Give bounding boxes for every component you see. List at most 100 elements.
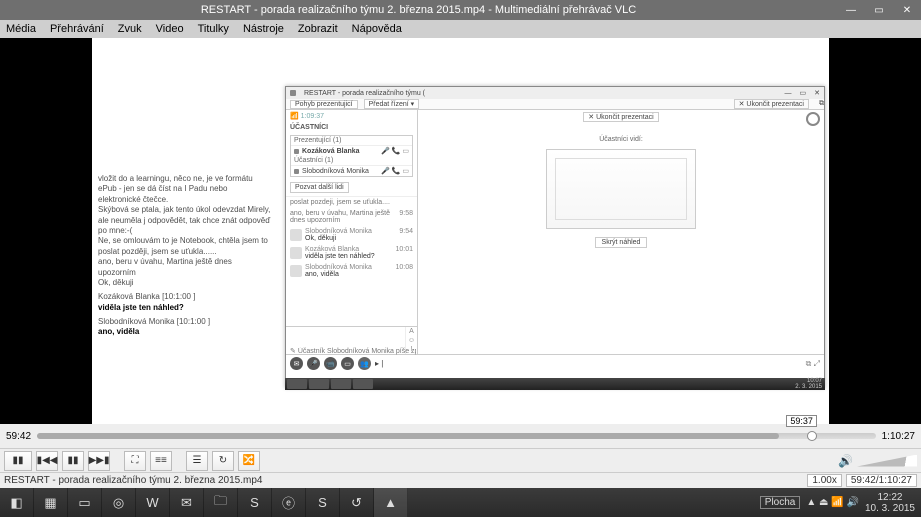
video-canvas[interactable]: vložit do a learningu, něco ne, je ve fo… [0,38,921,424]
menu-audio[interactable]: Zvuk [116,23,144,35]
seek-thumb[interactable] [807,431,817,441]
inner-tb-item[interactable] [331,379,351,389]
popout-icon[interactable]: ⧉ [819,100,824,108]
chat-overlay: vložit do a learningu, něco ne, je ve fo… [92,168,277,344]
emoji-icon[interactable]: ☺ [408,337,415,344]
menu-view[interactable]: Zobrazit [296,23,340,35]
mic-icon[interactable]: 🎤 [381,167,390,175]
chat-text: viděla jste ten náhled? [98,303,271,313]
presenter-move-button[interactable]: Pohyb prezentujicí [290,100,358,109]
playlist-button[interactable]: ☰ [186,451,208,471]
screen-icon[interactable]: ▭ [402,167,409,175]
pause-button[interactable]: ▮▮ [4,451,32,471]
clock[interactable]: 12:22 10. 3. 2015 [865,492,915,514]
extended-settings-button[interactable]: ≡≡ [150,451,172,471]
tb-app-explorer[interactable]: ▭ [68,488,102,517]
seek-slider[interactable]: 59:37 [37,433,876,439]
status-position: 59:42/1:10:27 [846,474,917,487]
hide-preview-button[interactable]: Skrýt náhled [595,237,648,248]
more-icon[interactable]: ▸ | [375,359,383,368]
inner-tb-item[interactable] [353,379,373,389]
meeting-elapsed: 📶 1:09:37 [286,110,417,122]
chat-time: 10:01 [395,246,413,253]
share-button[interactable]: ▭ [341,357,354,370]
inner-tb-item[interactable] [309,379,329,389]
presence-icon [294,169,299,174]
time-current: 59:42 [6,431,31,442]
lync-maximize-button[interactable]: ▭ [800,89,807,97]
chat-text: ano, beru v úvahu, Martina ještě dnes up… [290,210,396,224]
volume-slider[interactable]: 123% [857,455,917,467]
presence-icon [290,90,296,96]
share-preview[interactable] [546,149,696,229]
tb-app-files[interactable]: 🗀 [204,488,238,517]
tb-app-word[interactable]: W [136,488,170,517]
presenter-name: Kozáková Blanka [302,148,360,155]
lync-toolbar: Pohyb prezentujicí Předat řízení ▾ ✕ Uko… [286,99,824,110]
chat-text: viděla jste ten náhled? [305,253,392,260]
mic-icon[interactable]: 🎤 [381,147,390,155]
chat-line: ano, beru v úvahu, Martina ještě dnes up… [98,257,271,278]
presenter-row[interactable]: Kozáková Blanka 🎤📞▭ [291,146,412,156]
lync-minimize-button[interactable]: — [785,90,792,97]
fullscreen-icon[interactable]: ⤢ [814,359,820,368]
video-button[interactable]: 📹 [324,357,337,370]
tb-app-chrome[interactable]: ◎ [102,488,136,517]
tb-app-back[interactable]: ↺ [340,488,374,517]
volume-icon[interactable]: 🔊 [838,454,853,468]
loop-button[interactable]: ↻ [212,451,234,471]
give-control-button[interactable]: Předat řízení ▾ [364,99,420,109]
menu-subtitles[interactable]: Titulky [196,23,231,35]
attendee-row[interactable]: Slobodníková Monika 🎤📞▭ [291,166,412,176]
status-speed[interactable]: 1.00x [807,474,841,487]
end-presentation-button[interactable]: ✕ Ukončit prezentaci [734,99,809,109]
chat-line: vložit do a learningu, něco ne, je ve fo… [98,174,271,205]
shuffle-button[interactable]: 🔀 [238,451,260,471]
stop-button[interactable]: ▮▮ [62,451,84,471]
inner-tb-item[interactable] [287,379,307,389]
tray-desktop-label[interactable]: Plocha [760,496,801,509]
tb-app-ie[interactable]: ⓔ [272,488,306,517]
taskview-button[interactable]: ▦ [34,488,68,517]
minimize-button[interactable]: — [837,0,865,20]
chat-time: [10:1:00 ] [162,292,195,301]
participants-button[interactable]: 👥 [358,357,371,370]
menu-help[interactable]: Nápověda [350,23,404,35]
tray-icons[interactable]: ▲ ⏏ 📶 🔊 [806,497,859,508]
tb-app-outlook[interactable]: ✉ [170,488,204,517]
presenters-label: Prezentující (1) [291,136,412,146]
record-icon[interactable] [806,112,820,126]
fullscreen-button[interactable]: ⛶ [124,451,146,471]
avatar [290,229,302,241]
mute-button[interactable]: 🎤 [307,357,320,370]
menu-video[interactable]: Video [154,23,186,35]
start-button[interactable]: ◧ [0,488,34,517]
lync-title: RESTART - porada realizačního týmu ( [304,90,425,97]
font-icon[interactable]: A [409,328,414,335]
close-button[interactable]: ✕ [893,0,921,20]
stop-presentation-button[interactable]: ✕ Ukončit prezentaci [583,112,658,122]
attendees-label: Účastníci (1) [291,156,412,166]
phone-icon[interactable]: 📞 [392,147,401,155]
tb-app-lync[interactable]: S [306,488,340,517]
tb-app-skype[interactable]: S [238,488,272,517]
menu-media[interactable]: Média [4,23,38,35]
prev-track-button[interactable]: ▮◀◀ [36,451,58,471]
status-filename: RESTART - porada realizačního týmu 2. bř… [4,475,262,486]
phone-icon[interactable]: 📞 [392,167,401,175]
maximize-button[interactable]: ▭ [865,0,893,20]
chat-line: Ne, se omlouvám to je Notebook, chtěla j… [98,236,271,257]
layout-icon[interactable]: ⧉ [806,359,812,368]
vlc-titlebar: RESTART - porada realizačního týmu 2. bř… [0,0,921,20]
tb-app-vlc[interactable]: ▲ [374,488,408,517]
screen-icon[interactable]: ▭ [402,147,409,155]
inner-clock-date[interactable]: 2. 3. 2015 [795,384,822,390]
menu-tools[interactable]: Nástroje [241,23,286,35]
avatar [290,265,302,277]
menu-playback[interactable]: Přehrávání [48,23,106,35]
next-track-button[interactable]: ▶▶▮ [88,451,110,471]
lync-close-button[interactable]: ✕ [814,89,820,97]
lync-content: ✕ Ukončit prezentaci Účastníci vidí: Skr… [418,110,824,354]
im-button[interactable]: ✉ [290,357,303,370]
invite-more-button[interactable]: Pozvat další lidi [290,182,349,193]
